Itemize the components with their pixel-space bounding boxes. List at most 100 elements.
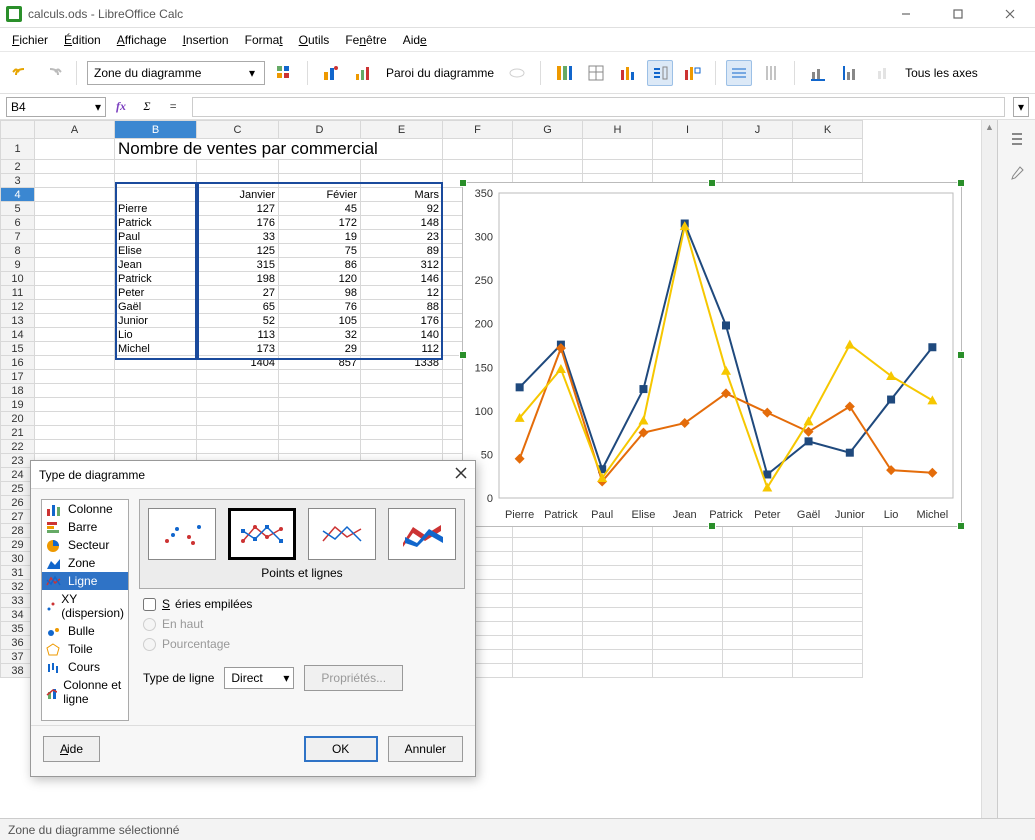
resize-handle[interactable]	[708, 522, 716, 530]
cell[interactable]	[723, 608, 793, 622]
cell[interactable]	[35, 426, 115, 440]
cell[interactable]	[583, 538, 653, 552]
cell[interactable]	[197, 160, 279, 174]
menu-affichage[interactable]: Affichage	[111, 31, 173, 49]
cell[interactable]	[793, 622, 863, 636]
cell[interactable]	[35, 216, 115, 230]
cell[interactable]	[653, 594, 723, 608]
cell[interactable]	[583, 160, 653, 174]
column-header[interactable]: H	[583, 121, 653, 139]
cell[interactable]	[583, 608, 653, 622]
cell[interactable]: 315	[197, 258, 279, 272]
row-header[interactable]: 5	[1, 202, 35, 216]
window-minimize-button[interactable]	[887, 2, 925, 26]
cell[interactable]	[513, 636, 583, 650]
cell[interactable]	[583, 622, 653, 636]
cell[interactable]: 12	[361, 286, 443, 300]
menu-format[interactable]: Format	[239, 31, 289, 49]
chart-type-item[interactable]: Secteur	[42, 536, 128, 554]
cell[interactable]: Patrick	[115, 216, 197, 230]
cell[interactable]	[361, 370, 443, 384]
cell[interactable]	[115, 188, 197, 202]
cell[interactable]: 140	[361, 328, 443, 342]
cell[interactable]	[583, 636, 653, 650]
cell[interactable]	[653, 552, 723, 566]
chart-type-item[interactable]: Bulle	[42, 622, 128, 640]
cell[interactable]	[35, 244, 115, 258]
cell[interactable]: Patrick	[115, 272, 197, 286]
cell[interactable]: Mars	[361, 188, 443, 202]
cell[interactable]	[513, 650, 583, 664]
cell[interactable]	[35, 258, 115, 272]
ok-button[interactable]: OK	[304, 736, 378, 762]
cell[interactable]: Gaël	[115, 300, 197, 314]
sidebar-settings-icon[interactable]	[1004, 160, 1030, 186]
row-header[interactable]: 1	[1, 139, 35, 160]
cell[interactable]	[279, 440, 361, 454]
row-header[interactable]: 7	[1, 230, 35, 244]
subtype-lines-only[interactable]	[308, 508, 376, 560]
cell[interactable]	[115, 412, 197, 426]
window-close-button[interactable]	[991, 2, 1029, 26]
cell[interactable]	[197, 370, 279, 384]
chart-data-button[interactable]	[350, 60, 376, 86]
column-header[interactable]: E	[361, 121, 443, 139]
cell[interactable]: 198	[197, 272, 279, 286]
cell[interactable]	[653, 566, 723, 580]
cell[interactable]	[35, 286, 115, 300]
legend-pos-button[interactable]	[679, 60, 705, 86]
chart-type-list[interactable]: ColonneBarreSecteurZoneLigneXY (dispersi…	[41, 499, 129, 721]
cell[interactable]	[583, 650, 653, 664]
column-header[interactable]: G	[513, 121, 583, 139]
cell[interactable]: 89	[361, 244, 443, 258]
column-header[interactable]: B	[115, 121, 197, 139]
resize-handle[interactable]	[459, 179, 467, 187]
chart-type-item[interactable]: XY (dispersion)	[42, 590, 128, 622]
all-axes-button[interactable]: Tous les axes	[901, 66, 982, 80]
cell[interactable]	[35, 440, 115, 454]
cell[interactable]	[197, 174, 279, 188]
cell[interactable]	[197, 384, 279, 398]
row-header[interactable]: 15	[1, 342, 35, 356]
cell[interactable]: 146	[361, 272, 443, 286]
cell[interactable]: Junior	[115, 314, 197, 328]
grid-v-button[interactable]	[758, 60, 784, 86]
row-header[interactable]: 14	[1, 328, 35, 342]
row-header[interactable]: 10	[1, 272, 35, 286]
cell[interactable]: 98	[279, 286, 361, 300]
cell[interactable]	[35, 384, 115, 398]
line-type-combo[interactable]: Direct▾	[224, 667, 294, 689]
cell[interactable]	[583, 552, 653, 566]
subtype-points-only[interactable]	[148, 508, 216, 560]
cell[interactable]	[723, 160, 793, 174]
row-header[interactable]: 13	[1, 314, 35, 328]
cell[interactable]: Févier	[279, 188, 361, 202]
cell[interactable]	[279, 370, 361, 384]
embedded-chart[interactable]: 050100150200250300350PierrePatrickPaulEl…	[462, 182, 962, 527]
resize-handle[interactable]	[459, 351, 467, 359]
row-header[interactable]: 12	[1, 300, 35, 314]
row-header[interactable]: 17	[1, 370, 35, 384]
cell[interactable]	[653, 650, 723, 664]
cell[interactable]: 27	[197, 286, 279, 300]
help-button[interactable]: Aide	[43, 736, 100, 762]
menu-aide[interactable]: Aide	[397, 31, 433, 49]
axis-all-button[interactable]	[869, 60, 895, 86]
cell[interactable]: 312	[361, 258, 443, 272]
cell[interactable]	[35, 300, 115, 314]
cell[interactable]	[279, 412, 361, 426]
chart-wall-button[interactable]: Paroi du diagramme	[382, 66, 498, 80]
sidebar-properties-icon[interactable]	[1004, 126, 1030, 152]
stacked-series-checkbox[interactable]: Séries empilées	[143, 597, 465, 611]
cell[interactable]	[35, 202, 115, 216]
cell[interactable]	[279, 384, 361, 398]
data-table-button[interactable]	[583, 60, 609, 86]
cell[interactable]: 1338	[361, 356, 443, 370]
cell[interactable]: 112	[361, 342, 443, 356]
cell[interactable]	[115, 426, 197, 440]
row-header[interactable]: 20	[1, 412, 35, 426]
cell[interactable]	[115, 370, 197, 384]
cell[interactable]	[653, 664, 723, 678]
format-selection-button[interactable]	[271, 60, 297, 86]
cell[interactable]: Jean	[115, 258, 197, 272]
